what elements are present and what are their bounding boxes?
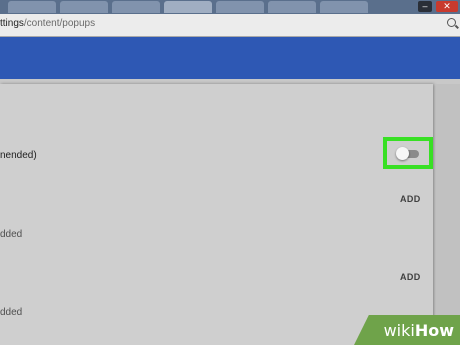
- url-path: /content/popups: [23, 18, 96, 29]
- browser-tab[interactable]: [60, 1, 108, 13]
- browser-tab-active[interactable]: [164, 1, 212, 13]
- settings-header-bar: [0, 37, 460, 79]
- browser-tab[interactable]: [216, 1, 264, 13]
- toggle-knob[interactable]: [396, 147, 409, 160]
- browser-tab-strip: – ✕: [0, 0, 460, 14]
- add-allow-site-button[interactable]: ADD: [400, 272, 421, 282]
- watermark-how: How: [414, 321, 454, 340]
- wikihow-watermark: wikiHow: [354, 315, 460, 345]
- toggle-highlight-box: [383, 137, 433, 169]
- address-bar[interactable]: ttings/content/popups: [0, 14, 460, 37]
- url-host: ttings: [0, 18, 24, 29]
- browser-tab[interactable]: [320, 1, 368, 13]
- browser-tab[interactable]: [112, 1, 160, 13]
- browser-tab[interactable]: [268, 1, 316, 13]
- popups-settings-card: [0, 84, 433, 345]
- popups-toggle-label: nended): [0, 150, 37, 161]
- close-window-button[interactable]: ✕: [436, 1, 458, 12]
- block-empty-text: dded: [0, 229, 23, 240]
- add-block-site-button[interactable]: ADD: [400, 194, 421, 204]
- page-scroll-area[interactable]: [436, 84, 460, 345]
- allow-empty-text: dded: [0, 307, 23, 318]
- minimize-button[interactable]: –: [418, 1, 432, 12]
- watermark-wiki: wiki: [383, 321, 415, 340]
- zoom-icon[interactable]: [447, 18, 456, 27]
- url-text[interactable]: ttings/content/popups: [0, 18, 95, 29]
- browser-tab[interactable]: [8, 1, 56, 13]
